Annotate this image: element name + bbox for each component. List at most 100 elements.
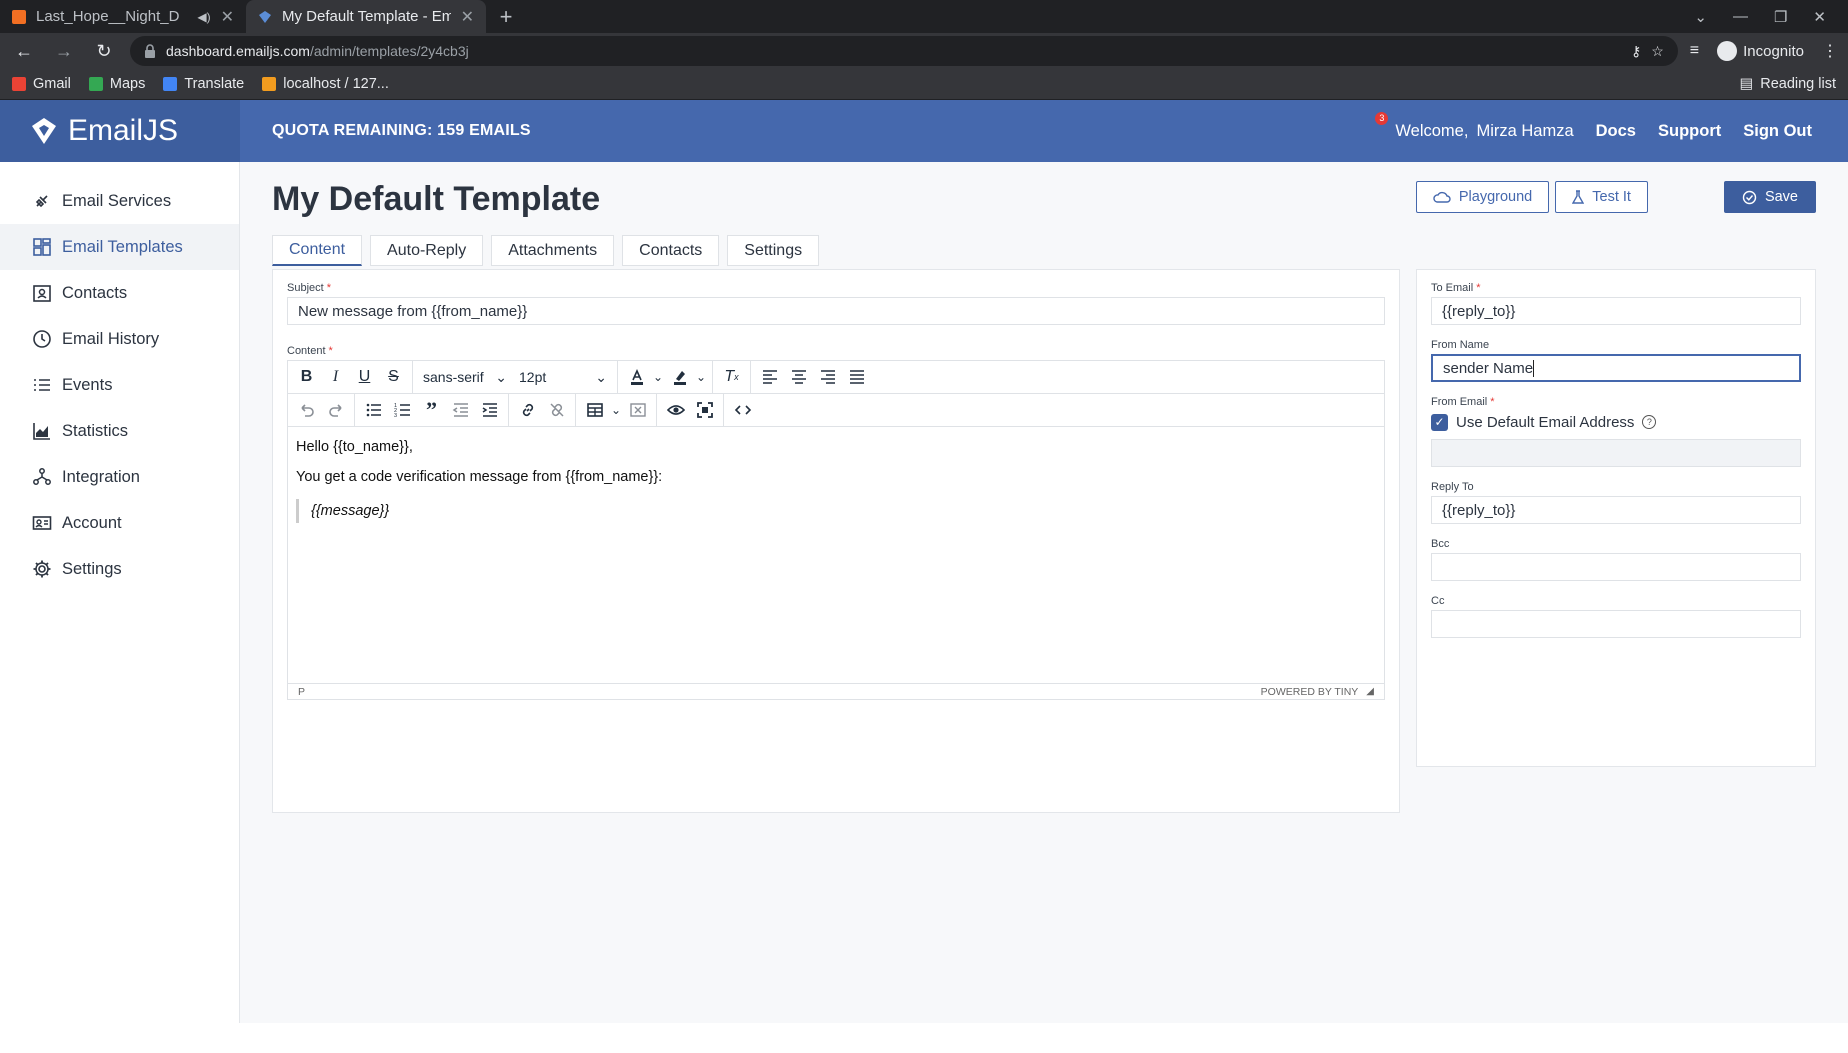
align-justify-icon[interactable]	[842, 363, 871, 392]
sidebar-item-account[interactable]: Account	[0, 500, 239, 546]
tab-settings[interactable]: Settings	[727, 235, 820, 266]
align-left-icon[interactable]	[755, 363, 784, 392]
support-link[interactable]: Support	[1658, 122, 1721, 141]
chevron-down-icon[interactable]: ⌄	[651, 363, 665, 392]
close-icon[interactable]: ✕	[461, 7, 474, 27]
media-icon[interactable]: ≡	[1690, 42, 1699, 60]
unlink-icon[interactable]	[542, 396, 571, 425]
text-color-icon[interactable]	[622, 363, 651, 392]
tab-search-icon[interactable]: ⌄	[1694, 8, 1707, 26]
use-default-email-checkbox[interactable]: ✓ Use Default Email Address ?	[1431, 411, 1801, 433]
sidebar-item-contacts[interactable]: Contacts	[0, 270, 239, 316]
bullet-list-icon[interactable]	[359, 396, 388, 425]
bookmark-maps[interactable]: Maps	[88, 76, 145, 92]
menu-kebab-icon[interactable]: ⋮	[1822, 41, 1838, 61]
speaker-icon[interactable]: ◀)	[197, 10, 210, 24]
element-path[interactable]: P	[298, 686, 305, 698]
browser-toolbar: ← → ↻ dashboard.emailjs.com/admin/templa…	[0, 33, 1848, 69]
reload-icon[interactable]: ↻	[90, 37, 118, 65]
tab-attachments[interactable]: Attachments	[491, 235, 615, 266]
resize-handle-icon[interactable]: ◢	[1366, 686, 1374, 697]
sidebar-item-label: Email Services	[62, 191, 172, 210]
browser-tab[interactable]: Last_Hope__Night_D ◀) ✕	[0, 0, 246, 33]
to-email-input[interactable]: {{reply_to}}	[1431, 297, 1801, 325]
test-it-label: Test It	[1592, 189, 1631, 205]
emailjs-logo-icon	[30, 116, 58, 146]
outdent-icon[interactable]	[446, 396, 475, 425]
sidebar-item-settings[interactable]: Settings	[0, 546, 239, 592]
emailjs-favicon-icon	[258, 10, 272, 24]
blockquote-icon[interactable]: ”	[417, 396, 446, 425]
highlight-color-icon[interactable]	[665, 363, 694, 392]
forward-icon[interactable]: →	[50, 37, 78, 65]
key-icon[interactable]: ⚷	[1631, 43, 1641, 60]
from-name-input[interactable]: sender Name	[1431, 354, 1801, 382]
chevron-down-icon[interactable]: ⌄	[609, 396, 623, 425]
sidebar-item-statistics[interactable]: Statistics	[0, 408, 239, 454]
address-bar[interactable]: dashboard.emailjs.com/admin/templates/2y…	[130, 36, 1678, 66]
align-center-icon[interactable]	[784, 363, 813, 392]
sidebar-item-label: Settings	[62, 559, 122, 578]
tab-auto-reply[interactable]: Auto-Reply	[370, 235, 484, 266]
chevron-down-icon[interactable]: ⌄	[694, 363, 708, 392]
star-icon[interactable]: ☆	[1651, 43, 1664, 60]
fullscreen-icon[interactable]	[690, 396, 719, 425]
sidebar-item-integration[interactable]: Integration	[0, 454, 239, 500]
sidebar-item-email-templates[interactable]: Email Templates	[0, 224, 239, 270]
editor-blockquote: {{message}}	[296, 499, 1376, 523]
minimize-icon[interactable]: —	[1733, 8, 1748, 25]
incognito-badge[interactable]: Incognito	[1711, 41, 1810, 61]
back-icon[interactable]: ←	[10, 37, 38, 65]
chevron-down-icon: ⌄	[595, 368, 607, 385]
font-size-select[interactable]: 12pt ⌄	[513, 369, 613, 386]
font-family-select[interactable]: sans-serif ⌄	[417, 369, 513, 386]
notification-badge[interactable]: 3	[1375, 111, 1389, 125]
save-button[interactable]: Save	[1723, 181, 1816, 213]
close-icon[interactable]: ✕	[221, 7, 234, 27]
italic-icon[interactable]: I	[321, 363, 350, 392]
delete-table-icon[interactable]	[623, 396, 652, 425]
indent-icon[interactable]	[475, 396, 504, 425]
checkbox-checked-icon[interactable]: ✓	[1431, 413, 1448, 431]
browser-tab-active[interactable]: My Default Template - Em ✕	[246, 0, 486, 33]
source-code-icon[interactable]	[728, 396, 757, 425]
tab-contacts[interactable]: Contacts	[622, 235, 720, 266]
numbered-list-icon[interactable]: 123	[388, 396, 417, 425]
align-right-icon[interactable]	[813, 363, 842, 392]
soundcloud-favicon-icon	[12, 9, 26, 24]
underline-icon[interactable]: U	[350, 363, 379, 392]
test-it-button[interactable]: Test It	[1555, 181, 1648, 213]
bold-icon[interactable]: B	[292, 363, 321, 392]
sidebar-item-events[interactable]: Events	[0, 362, 239, 408]
help-icon[interactable]: ?	[1642, 415, 1657, 429]
docs-link[interactable]: Docs	[1596, 122, 1636, 141]
new-tab-button[interactable]: +	[486, 0, 526, 33]
cc-input[interactable]	[1431, 610, 1801, 638]
main-content: My Default Template Playground Test It S…	[240, 162, 1848, 1023]
subject-input[interactable]: New message from {{from_name}}	[287, 297, 1385, 325]
editor-body[interactable]: Hello {{to_name}}, You get a code verifi…	[288, 427, 1384, 683]
bookmark-gmail[interactable]: Gmail	[12, 76, 71, 92]
reply-to-input[interactable]: {{reply_to}}	[1431, 496, 1801, 524]
tab-content[interactable]: Content	[272, 235, 363, 266]
sign-out-link[interactable]: Sign Out	[1743, 122, 1812, 141]
strikethrough-icon[interactable]: S	[379, 363, 408, 392]
preview-eye-icon[interactable]	[661, 396, 690, 425]
sidebar-item-email-history[interactable]: Email History	[0, 316, 239, 362]
powered-by-tiny[interactable]: POWERED BY TINY	[1261, 686, 1359, 698]
table-icon[interactable]	[580, 396, 609, 425]
maximize-icon[interactable]: ❐	[1774, 8, 1787, 26]
sidebar-item-email-services[interactable]: Email Services	[0, 178, 239, 224]
redo-icon[interactable]	[321, 396, 350, 425]
undo-icon[interactable]	[292, 396, 321, 425]
bookmark-translate[interactable]: Translate	[163, 76, 244, 92]
clear-formatting-icon[interactable]: Tx	[717, 363, 746, 392]
bcc-input[interactable]	[1431, 553, 1801, 581]
close-window-icon[interactable]: ✕	[1813, 8, 1826, 26]
link-icon[interactable]	[513, 396, 542, 425]
reading-list[interactable]: ▤ Reading list	[1740, 76, 1836, 92]
bookmark-localhost[interactable]: localhost / 127...	[262, 76, 389, 92]
brand-logo[interactable]: EmailJS	[0, 100, 240, 162]
chart-icon	[32, 421, 52, 441]
playground-button[interactable]: Playground	[1415, 181, 1550, 213]
